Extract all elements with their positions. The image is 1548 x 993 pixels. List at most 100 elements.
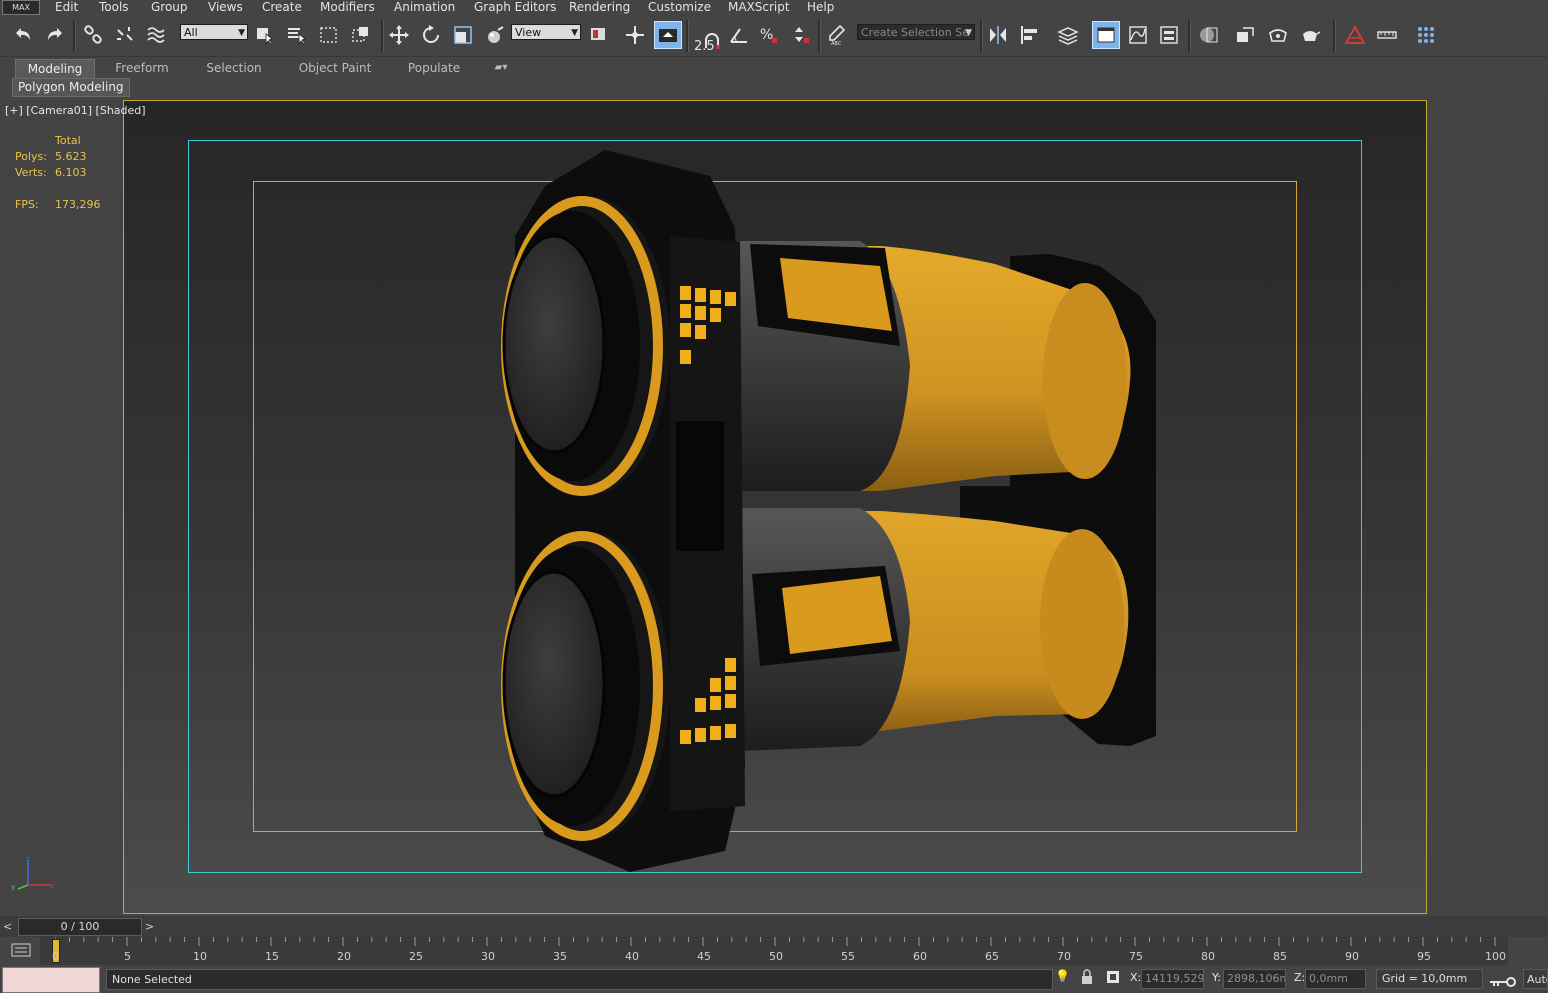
named-selection-dropdown[interactable]: Create Selection Se ▼ bbox=[857, 24, 975, 40]
edit-named-selection-icon[interactable]: ABC bbox=[824, 22, 850, 48]
percent-snap-icon[interactable]: % bbox=[756, 22, 782, 48]
svg-text:y: y bbox=[11, 883, 15, 891]
scene-explorer-icon[interactable] bbox=[1092, 21, 1120, 49]
menu-customize[interactable]: Customize bbox=[648, 0, 711, 16]
tab-object-paint[interactable]: Object Paint bbox=[290, 59, 380, 77]
ribbon-polygon-modeling-panel[interactable]: Polygon Modeling bbox=[12, 78, 130, 97]
x-coord-field[interactable]: 14119,529 bbox=[1141, 969, 1204, 989]
placement-icon[interactable] bbox=[482, 22, 508, 48]
menu-tools[interactable]: Tools bbox=[99, 0, 129, 16]
schematic-view-icon[interactable] bbox=[1156, 22, 1182, 48]
window-crossing-icon[interactable] bbox=[348, 22, 374, 48]
stats-header: Total bbox=[55, 134, 81, 147]
app-logo[interactable]: MAX bbox=[2, 0, 40, 15]
mirror-icon[interactable] bbox=[985, 22, 1011, 48]
menu-rendering[interactable]: Rendering bbox=[569, 0, 630, 16]
fps-value: 173,296 bbox=[55, 198, 101, 211]
menu-help[interactable]: Help bbox=[807, 0, 834, 16]
polys-label: Polys: bbox=[15, 150, 47, 163]
timeline-tick-label: 35 bbox=[553, 950, 567, 963]
time-next-button[interactable]: > bbox=[145, 920, 154, 933]
menu-animation[interactable]: Animation bbox=[394, 0, 455, 16]
axis-tripod-icon: z y x bbox=[11, 855, 54, 891]
timeline-tick-label: 90 bbox=[1345, 950, 1359, 963]
menu-graph-editors[interactable]: Graph Editors bbox=[474, 0, 556, 16]
keyboard-shortcut-override-icon[interactable] bbox=[654, 21, 682, 49]
containers-icon[interactable] bbox=[1413, 22, 1439, 48]
scifi-battery-model[interactable] bbox=[490, 146, 1170, 876]
render-production-icon[interactable] bbox=[1297, 22, 1323, 48]
select-object-icon[interactable] bbox=[252, 22, 278, 48]
pivot-center-icon[interactable] bbox=[586, 22, 612, 48]
chevron-down-icon: ▼ bbox=[571, 28, 578, 38]
menu-views[interactable]: Views bbox=[208, 0, 243, 16]
fps-label: FPS: bbox=[15, 198, 39, 211]
timeline-tick-label: 15 bbox=[265, 950, 279, 963]
z-coord-field[interactable]: 0,0mm bbox=[1305, 969, 1366, 989]
menu-create[interactable]: Create bbox=[262, 0, 302, 16]
selection-filter-dropdown[interactable]: All ▼ bbox=[180, 24, 248, 40]
move-icon[interactable] bbox=[386, 22, 412, 48]
svg-text:x: x bbox=[50, 882, 54, 890]
spinner-snap-icon[interactable] bbox=[788, 22, 814, 48]
material-editor-icon[interactable] bbox=[1195, 22, 1221, 48]
ribbon-options-icon[interactable]: ▰▾ bbox=[486, 59, 516, 77]
selection-lock-icon[interactable] bbox=[1080, 968, 1094, 986]
rectangular-selection-icon[interactable] bbox=[316, 22, 342, 48]
unlink-icon[interactable] bbox=[112, 22, 138, 48]
timeline-toggle-icon[interactable] bbox=[10, 941, 32, 959]
bind-spacewarp-icon[interactable] bbox=[144, 22, 170, 48]
viewport-right-margin bbox=[1427, 100, 1548, 914]
maxscript-mini-listener[interactable] bbox=[2, 967, 100, 993]
curve-editor-icon[interactable] bbox=[1125, 22, 1151, 48]
measure-tool-icon[interactable] bbox=[1374, 22, 1400, 48]
link-icon[interactable] bbox=[80, 22, 106, 48]
auto-key-button[interactable]: Auto bbox=[1523, 969, 1548, 989]
menu-group[interactable]: Group bbox=[151, 0, 188, 16]
verts-label: Verts: bbox=[15, 166, 47, 179]
timeline-tick-label: 65 bbox=[985, 950, 999, 963]
chevron-down-icon: ▼ bbox=[238, 28, 245, 38]
redo-icon[interactable] bbox=[42, 22, 68, 48]
time-slider[interactable]: 0 / 100 bbox=[18, 918, 142, 936]
set-key-icon[interactable] bbox=[1488, 975, 1516, 989]
tab-freeform[interactable]: Freeform bbox=[104, 59, 180, 77]
timeline-tick-label: 45 bbox=[697, 950, 711, 963]
menu-maxscript[interactable]: MAXScript bbox=[728, 0, 790, 16]
isolate-selection-icon[interactable]: 💡 bbox=[1055, 969, 1070, 987]
timeline-tick-label: 10 bbox=[193, 950, 207, 963]
menu-edit[interactable]: Edit bbox=[55, 0, 78, 16]
undo-icon[interactable] bbox=[10, 22, 36, 48]
grid-size-display: Grid = 10,0mm bbox=[1376, 969, 1483, 989]
tab-modeling[interactable]: Modeling bbox=[15, 59, 95, 78]
angle-snap-icon[interactable] bbox=[726, 22, 752, 48]
svg-text:%: % bbox=[760, 27, 773, 43]
timeline-tick-label: 50 bbox=[769, 950, 783, 963]
render-setup-icon[interactable] bbox=[1232, 22, 1258, 48]
ruler-tool-icon[interactable] bbox=[1342, 22, 1368, 48]
chevron-down-icon: ▼ bbox=[965, 28, 972, 38]
time-prev-button[interactable]: < bbox=[3, 920, 12, 933]
reference-coordinate-dropdown[interactable]: View ▼ bbox=[511, 24, 581, 40]
align-icon[interactable] bbox=[1017, 22, 1043, 48]
layer-manager-icon[interactable] bbox=[1055, 22, 1081, 48]
tab-populate[interactable]: Populate bbox=[398, 59, 470, 77]
timeline-tick-label: 75 bbox=[1129, 950, 1143, 963]
select-manipulate-icon[interactable] bbox=[622, 22, 648, 48]
absolute-mode-transform-icon[interactable] bbox=[1105, 968, 1121, 986]
tab-selection[interactable]: Selection bbox=[196, 59, 272, 77]
menu-modifiers[interactable]: Modifiers bbox=[320, 0, 375, 16]
timeline-tick-label: 80 bbox=[1201, 950, 1215, 963]
svg-text:z: z bbox=[26, 855, 30, 863]
timeline-tick-label: 5 bbox=[124, 950, 131, 963]
scale-icon[interactable] bbox=[450, 22, 476, 48]
viewport-left-margin bbox=[0, 100, 123, 914]
select-by-name-icon[interactable] bbox=[284, 22, 310, 48]
y-coord-field[interactable]: 2898,106m bbox=[1223, 969, 1286, 989]
rendered-frame-window-icon[interactable] bbox=[1265, 22, 1291, 48]
snaps-toggle-icon[interactable] bbox=[700, 28, 726, 54]
rotate-icon[interactable] bbox=[418, 22, 444, 48]
reference-coordinate-value: View bbox=[515, 26, 542, 39]
viewport-label-menu[interactable]: [+] [Camera01] [Shaded] bbox=[5, 104, 146, 117]
verts-value: 6.103 bbox=[55, 166, 87, 179]
